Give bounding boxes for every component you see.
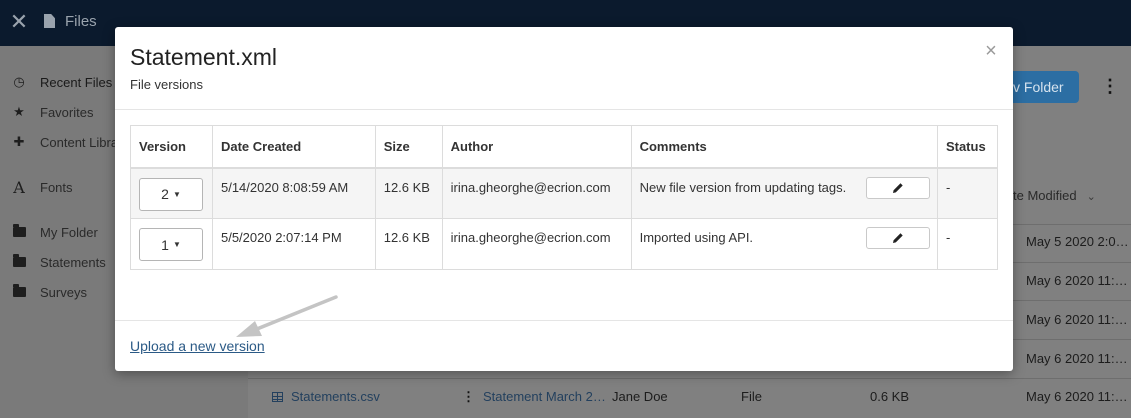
- sidebar-item-recent-files[interactable]: ◷ Recent Files: [12, 72, 112, 92]
- row-modified: May 6 2020 11:…: [1026, 312, 1128, 327]
- sidebar-item-label: Fonts: [40, 179, 73, 195]
- version-value: 1: [161, 236, 169, 253]
- folder-icon: [12, 254, 26, 269]
- dialog-title: Statement.xml: [130, 44, 277, 70]
- sidebar-item-label: Recent Files: [40, 74, 113, 90]
- divider: [115, 320, 1013, 321]
- file-versions-dialog: Statement.xml File versions × Version Da…: [115, 27, 1013, 371]
- file-owner: Jane Doe: [612, 389, 668, 404]
- sidebar-item-label: Surveys: [40, 284, 87, 300]
- close-icon[interactable]: ✕: [9, 9, 29, 35]
- size-cell: 12.6 KB: [374, 218, 443, 270]
- upload-new-version-link[interactable]: Upload a new version: [130, 338, 265, 354]
- app-title: Files: [65, 13, 97, 30]
- column-header-date-modified[interactable]: te Modified ⌄: [1013, 188, 1096, 203]
- folder-icon: [12, 284, 26, 299]
- column-header: Version: [130, 125, 213, 169]
- file-name: Statements.csv: [291, 389, 380, 404]
- edit-comment-button[interactable]: [865, 227, 930, 249]
- row-actions-icon[interactable]: ⋮: [462, 389, 475, 407]
- comment-text: New file version from updating tags.: [639, 179, 847, 195]
- date-cell: 5/14/2020 8:08:59 AM: [211, 167, 376, 219]
- table-icon: [272, 392, 283, 402]
- sidebar-item-surveys[interactable]: Surveys: [12, 282, 87, 302]
- status-cell: -: [936, 218, 999, 270]
- divider: [115, 109, 1013, 110]
- sidebar-item-label: Favorites: [40, 104, 94, 120]
- sidebar-item-favorites[interactable]: ★ Favorites: [12, 102, 93, 122]
- dialog-subtitle: File versions: [130, 77, 203, 92]
- author-cell: irina.gheorghe@ecrion.com: [441, 218, 632, 270]
- file-icon: [44, 14, 55, 28]
- column-header-label: te Modified: [1013, 188, 1077, 203]
- table-row: 1 ▼ 5/5/2020 2:07:14 PM 12.6 KB irina.ghe…: [130, 218, 999, 270]
- version-value: 2: [161, 186, 169, 202]
- caret-down-icon: ▼: [172, 240, 181, 249]
- author-cell: irina.gheorghe@ecrion.com: [441, 167, 632, 219]
- size-cell: 12.6 KB: [374, 167, 443, 219]
- file-description[interactable]: Statement March 2…: [483, 389, 606, 407]
- table-header-row: Version Date Created Size Author Comment…: [130, 125, 999, 169]
- sidebar-item-statements[interactable]: Statements: [12, 252, 106, 272]
- pencil-icon: [892, 182, 903, 193]
- column-header: Size: [374, 125, 443, 169]
- clock-icon: ◷: [13, 74, 25, 89]
- row-modified: May 6 2020 11:…: [1026, 351, 1128, 366]
- comment-text: Imported using API.: [639, 230, 754, 245]
- version-select[interactable]: 1 ▼: [139, 228, 203, 261]
- more-options-icon[interactable]: ⋮: [1101, 76, 1119, 96]
- row-modified: May 5 2020 2:0…: [1026, 234, 1129, 249]
- file-type: File: [741, 389, 762, 404]
- puzzle-icon: ✚: [13, 134, 25, 149]
- row-divider: [248, 378, 1131, 379]
- status-cell: -: [936, 167, 999, 219]
- version-cell: 2 ▼: [130, 167, 213, 219]
- table-row: 2 ▼ 5/14/2020 8:08:59 AM 12.6 KB irina.gh…: [130, 167, 999, 219]
- chevron-down-icon: ⌄: [1086, 191, 1096, 203]
- sidebar-item-content-library[interactable]: ✚ Content Libra: [12, 132, 119, 152]
- versions-table: Version Date Created Size Author Comment…: [130, 125, 999, 270]
- sidebar-item-my-folder[interactable]: My Folder: [12, 222, 98, 242]
- star-icon: ★: [13, 104, 25, 119]
- date-cell: 5/5/2020 2:07:14 PM: [211, 218, 376, 270]
- caret-down-icon: ▼: [172, 189, 181, 199]
- sidebar-item-fonts[interactable]: A Fonts: [12, 177, 73, 197]
- edit-comment-button[interactable]: [865, 176, 930, 199]
- column-header: Status: [936, 125, 999, 169]
- column-header: Author: [441, 125, 632, 169]
- file-name-link[interactable]: Statements.csv: [272, 389, 380, 407]
- column-header: Comments: [630, 125, 938, 169]
- comment-cell: Imported using API.: [630, 218, 938, 270]
- version-cell: 1 ▼: [130, 218, 213, 270]
- close-icon[interactable]: ×: [983, 41, 999, 61]
- version-select[interactable]: 2 ▼: [139, 177, 203, 211]
- pencil-icon: [892, 233, 903, 243]
- sidebar-item-label: Content Libra: [40, 134, 119, 150]
- font-icon: A: [13, 177, 25, 197]
- folder-icon: [12, 224, 26, 239]
- file-modified: May 6 2020 11:…: [1026, 389, 1128, 404]
- comment-cell: New file version from updating tags.: [630, 167, 938, 219]
- sidebar-item-label: My Folder: [40, 224, 98, 240]
- sidebar-item-label: Statements: [40, 254, 106, 270]
- file-size: 0.6 KB: [870, 389, 910, 404]
- column-header: Date Created: [211, 125, 376, 169]
- row-modified: May 6 2020 11:…: [1026, 273, 1128, 288]
